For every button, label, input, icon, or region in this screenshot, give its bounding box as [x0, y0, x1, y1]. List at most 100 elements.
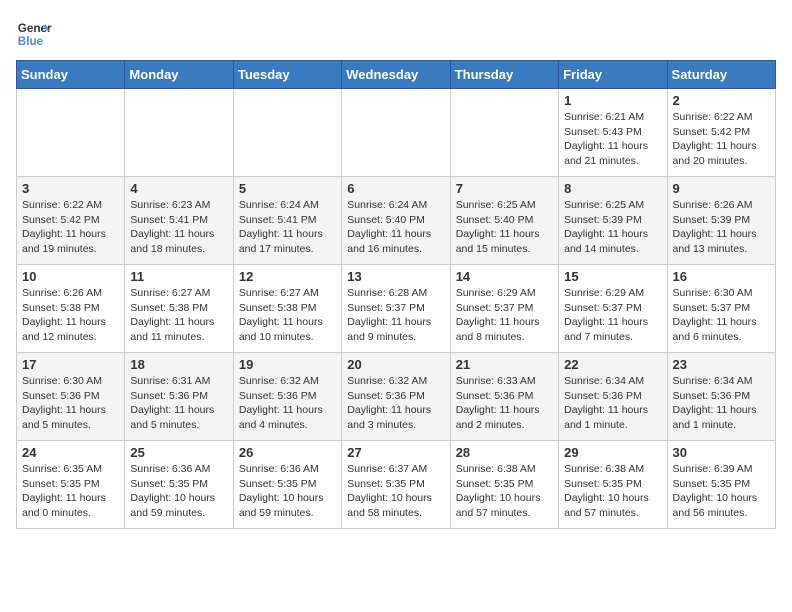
day-cell: 1 Sunrise: 6:21 AMSunset: 5:43 PMDaylight…	[559, 89, 667, 177]
day-cell: 9 Sunrise: 6:26 AMSunset: 5:39 PMDaylight…	[667, 177, 775, 265]
day-cell: 20 Sunrise: 6:32 AMSunset: 5:36 PMDayligh…	[342, 353, 450, 441]
day-number: 15	[564, 269, 661, 284]
day-number: 11	[130, 269, 227, 284]
day-info: Sunrise: 6:38 AMSunset: 5:35 PMDaylight:…	[564, 462, 661, 521]
day-info: Sunrise: 6:22 AMSunset: 5:42 PMDaylight:…	[673, 110, 770, 169]
day-info: Sunrise: 6:30 AMSunset: 5:37 PMDaylight:…	[673, 286, 770, 345]
day-info: Sunrise: 6:39 AMSunset: 5:35 PMDaylight:…	[673, 462, 770, 521]
day-cell: 14Sunrise: 6:29 AMSunset: 5:37 PMDayligh…	[450, 265, 558, 353]
day-info: Sunrise: 6:32 AMSunset: 5:36 PMDaylight:…	[239, 374, 336, 433]
day-number: 5	[239, 181, 336, 196]
day-info: Sunrise: 6:29 AMSunset: 5:37 PMDaylight:…	[564, 286, 661, 345]
day-cell: 24 Sunrise: 6:35 AMSunset: 5:35 PMDayligh…	[17, 441, 125, 529]
day-number: 12	[239, 269, 336, 284]
day-cell: 10Sunrise: 6:26 AMSunset: 5:38 PMDayligh…	[17, 265, 125, 353]
day-number: 7	[456, 181, 553, 196]
day-cell: 13 Sunrise: 6:28 AMSunset: 5:37 PMDayligh…	[342, 265, 450, 353]
weekday-header-friday: Friday	[559, 61, 667, 89]
day-number: 25	[130, 445, 227, 460]
week-row-3: 10Sunrise: 6:26 AMSunset: 5:38 PMDayligh…	[17, 265, 776, 353]
day-cell: 21Sunrise: 6:33 AMSunset: 5:36 PMDayligh…	[450, 353, 558, 441]
calendar-table: SundayMondayTuesdayWednesdayThursdayFrid…	[16, 60, 776, 529]
day-cell: 8 Sunrise: 6:25 AMSunset: 5:39 PMDaylight…	[559, 177, 667, 265]
logo-icon: General Blue	[16, 16, 52, 52]
day-cell	[450, 89, 558, 177]
day-cell: 29 Sunrise: 6:38 AMSunset: 5:35 PMDayligh…	[559, 441, 667, 529]
day-cell	[17, 89, 125, 177]
day-info: Sunrise: 6:30 AMSunset: 5:36 PMDaylight:…	[22, 374, 119, 433]
day-info: Sunrise: 6:24 AMSunset: 5:41 PMDaylight:…	[239, 198, 336, 257]
day-number: 29	[564, 445, 661, 460]
week-row-4: 17 Sunrise: 6:30 AMSunset: 5:36 PMDayligh…	[17, 353, 776, 441]
day-info: Sunrise: 6:37 AMSunset: 5:35 PMDaylight:…	[347, 462, 444, 521]
day-cell: 5 Sunrise: 6:24 AMSunset: 5:41 PMDaylight…	[233, 177, 341, 265]
day-info: Sunrise: 6:27 AMSunset: 5:38 PMDaylight:…	[239, 286, 336, 345]
day-info: Sunrise: 6:22 AMSunset: 5:42 PMDaylight:…	[22, 198, 119, 257]
day-cell	[342, 89, 450, 177]
day-cell: 30 Sunrise: 6:39 AMSunset: 5:35 PMDayligh…	[667, 441, 775, 529]
day-cell: 19 Sunrise: 6:32 AMSunset: 5:36 PMDayligh…	[233, 353, 341, 441]
weekday-header-monday: Monday	[125, 61, 233, 89]
day-number: 23	[673, 357, 770, 372]
day-cell: 3 Sunrise: 6:22 AMSunset: 5:42 PMDaylight…	[17, 177, 125, 265]
week-row-1: 1 Sunrise: 6:21 AMSunset: 5:43 PMDaylight…	[17, 89, 776, 177]
day-info: Sunrise: 6:23 AMSunset: 5:41 PMDaylight:…	[130, 198, 227, 257]
svg-text:Blue: Blue	[18, 35, 44, 48]
day-cell: 26 Sunrise: 6:36 AMSunset: 5:35 PMDayligh…	[233, 441, 341, 529]
day-number: 1	[564, 93, 661, 108]
day-info: Sunrise: 6:26 AMSunset: 5:39 PMDaylight:…	[673, 198, 770, 257]
day-info: Sunrise: 6:31 AMSunset: 5:36 PMDaylight:…	[130, 374, 227, 433]
day-cell	[125, 89, 233, 177]
day-cell: 28 Sunrise: 6:38 AMSunset: 5:35 PMDayligh…	[450, 441, 558, 529]
day-number: 22	[564, 357, 661, 372]
day-number: 8	[564, 181, 661, 196]
day-info: Sunrise: 6:32 AMSunset: 5:36 PMDaylight:…	[347, 374, 444, 433]
weekday-header-wednesday: Wednesday	[342, 61, 450, 89]
day-info: Sunrise: 6:38 AMSunset: 5:35 PMDaylight:…	[456, 462, 553, 521]
header: General Blue	[16, 16, 776, 52]
day-number: 13	[347, 269, 444, 284]
day-number: 9	[673, 181, 770, 196]
day-cell: 16 Sunrise: 6:30 AMSunset: 5:37 PMDayligh…	[667, 265, 775, 353]
day-info: Sunrise: 6:27 AMSunset: 5:38 PMDaylight:…	[130, 286, 227, 345]
day-number: 27	[347, 445, 444, 460]
day-number: 17	[22, 357, 119, 372]
day-info: Sunrise: 6:21 AMSunset: 5:43 PMDaylight:…	[564, 110, 661, 169]
day-info: Sunrise: 6:33 AMSunset: 5:36 PMDaylight:…	[456, 374, 553, 433]
day-number: 28	[456, 445, 553, 460]
day-number: 16	[673, 269, 770, 284]
day-cell: 12 Sunrise: 6:27 AMSunset: 5:38 PMDayligh…	[233, 265, 341, 353]
day-cell: 6 Sunrise: 6:24 AMSunset: 5:40 PMDaylight…	[342, 177, 450, 265]
day-cell	[233, 89, 341, 177]
day-cell: 23 Sunrise: 6:34 AMSunset: 5:36 PMDayligh…	[667, 353, 775, 441]
day-info: Sunrise: 6:35 AMSunset: 5:35 PMDaylight:…	[22, 462, 119, 521]
day-info: Sunrise: 6:26 AMSunset: 5:38 PMDaylight:…	[22, 286, 119, 345]
day-info: Sunrise: 6:34 AMSunset: 5:36 PMDaylight:…	[673, 374, 770, 433]
weekday-header-sunday: Sunday	[17, 61, 125, 89]
day-number: 26	[239, 445, 336, 460]
day-number: 24	[22, 445, 119, 460]
day-number: 30	[673, 445, 770, 460]
day-number: 19	[239, 357, 336, 372]
day-info: Sunrise: 6:36 AMSunset: 5:35 PMDaylight:…	[130, 462, 227, 521]
day-cell: 4 Sunrise: 6:23 AMSunset: 5:41 PMDaylight…	[125, 177, 233, 265]
day-cell: 18Sunrise: 6:31 AMSunset: 5:36 PMDayligh…	[125, 353, 233, 441]
day-info: Sunrise: 6:34 AMSunset: 5:36 PMDaylight:…	[564, 374, 661, 433]
weekday-header-tuesday: Tuesday	[233, 61, 341, 89]
day-cell: 2 Sunrise: 6:22 AMSunset: 5:42 PMDaylight…	[667, 89, 775, 177]
day-number: 2	[673, 93, 770, 108]
day-number: 6	[347, 181, 444, 196]
weekday-header-thursday: Thursday	[450, 61, 558, 89]
day-number: 3	[22, 181, 119, 196]
day-number: 20	[347, 357, 444, 372]
day-info: Sunrise: 6:36 AMSunset: 5:35 PMDaylight:…	[239, 462, 336, 521]
weekday-header-row: SundayMondayTuesdayWednesdayThursdayFrid…	[17, 61, 776, 89]
day-cell: 25 Sunrise: 6:36 AMSunset: 5:35 PMDayligh…	[125, 441, 233, 529]
day-cell: 27 Sunrise: 6:37 AMSunset: 5:35 PMDayligh…	[342, 441, 450, 529]
day-info: Sunrise: 6:28 AMSunset: 5:37 PMDaylight:…	[347, 286, 444, 345]
weekday-header-saturday: Saturday	[667, 61, 775, 89]
day-number: 4	[130, 181, 227, 196]
week-row-2: 3 Sunrise: 6:22 AMSunset: 5:42 PMDaylight…	[17, 177, 776, 265]
day-info: Sunrise: 6:25 AMSunset: 5:39 PMDaylight:…	[564, 198, 661, 257]
day-info: Sunrise: 6:24 AMSunset: 5:40 PMDaylight:…	[347, 198, 444, 257]
